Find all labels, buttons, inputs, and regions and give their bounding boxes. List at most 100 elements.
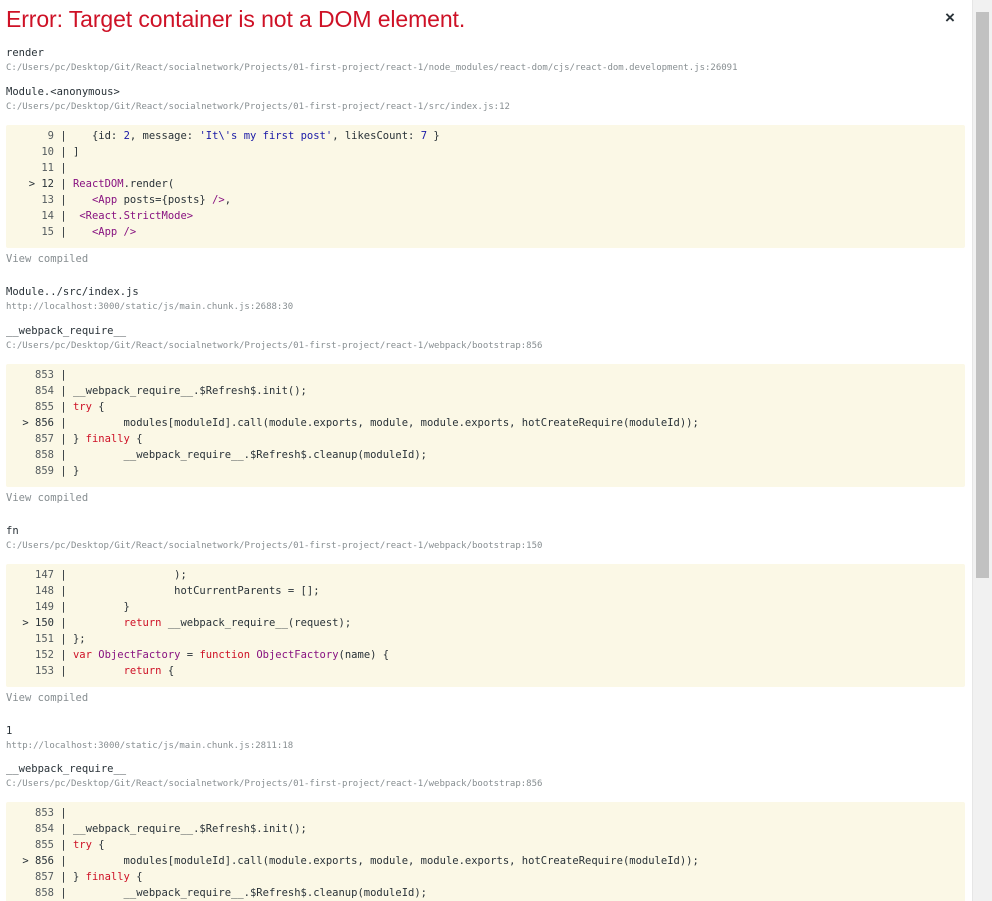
code-line: 152 | var ObjectFactory = function Objec… <box>6 647 965 663</box>
gutter-separator: | <box>54 417 67 429</box>
frame-location: C:/Users/pc/Desktop/Git/React/socialnetw… <box>6 541 543 551</box>
line-number: 14 <box>6 208 54 224</box>
code-line: 153 | return { <box>6 663 965 679</box>
gutter-separator: | <box>54 633 67 645</box>
gutter-separator: | <box>54 385 67 397</box>
gutter-separator: | <box>54 617 67 629</box>
code-token: { <box>129 871 143 883</box>
gutter-separator: | <box>54 178 67 190</box>
view-compiled-link[interactable]: View compiled <box>6 492 88 504</box>
line-number-value: 149 <box>35 601 54 613</box>
line-number: 9 <box>6 128 54 144</box>
code-token: finally <box>85 871 130 883</box>
gutter-separator: | <box>54 226 67 238</box>
gutter-separator: | <box>54 807 67 819</box>
gutter-separator: | <box>54 887 67 899</box>
code-line: 147 | ); <box>6 567 965 583</box>
line-number-value: 859 <box>35 465 54 477</box>
gutter-separator: | <box>54 871 67 883</box>
frame-function-name: __webpack_require__ <box>6 325 127 337</box>
code-line: 853 | <box>6 805 965 821</box>
code-token: } <box>66 601 130 613</box>
code-line: 11 | <box>6 160 965 176</box>
code-token: modules[moduleId].call(module.exports, m… <box>66 417 699 429</box>
code-token: <App <box>91 194 118 206</box>
line-number: 855 <box>6 837 54 853</box>
line-number: 149 <box>6 599 54 615</box>
line-number-value: 855 <box>35 401 54 413</box>
error-line-marker: > <box>22 855 36 867</box>
line-number-value: 147 <box>35 569 54 581</box>
code-line-highlighted: > 12 | ReactDOM.render( <box>6 176 965 192</box>
code-token: function <box>199 649 251 661</box>
code-snippet: 853 | 854 | __webpack_require__.$Refresh$… <box>6 802 965 901</box>
code-line: 14 | <React.StrictMode> <box>6 208 965 224</box>
line-number-value: 854 <box>35 823 54 835</box>
view-compiled-link[interactable]: View compiled <box>6 253 88 265</box>
code-token: { <box>161 665 175 677</box>
code-line: 10 | ] <box>6 144 965 160</box>
line-number: 153 <box>6 663 54 679</box>
line-number: > 12 <box>6 176 54 192</box>
gutter-separator: | <box>54 162 67 174</box>
line-number: 858 <box>6 447 54 463</box>
code-token: __webpack_require__.$Refresh$.init(); <box>66 385 307 397</box>
error-title: Error: Target container is not a DOM ele… <box>6 6 466 32</box>
frame-location: C:/Users/pc/Desktop/Git/React/socialnetw… <box>6 779 543 789</box>
line-number: > 856 <box>6 415 54 431</box>
line-number-value: 14 <box>41 210 54 222</box>
code-line: 857 | } finally { <box>6 869 965 885</box>
code-line: 13 | <App posts={posts} />, <box>6 192 965 208</box>
code-token: finally <box>85 433 130 445</box>
stack-frame: __webpack_require__ C:/Users/pc/Desktop/… <box>6 763 542 791</box>
code-token: modules[moduleId].call(module.exports, m… <box>66 855 699 867</box>
gutter-separator: | <box>54 401 67 413</box>
gutter-separator: | <box>54 146 67 158</box>
line-number: 857 <box>6 431 54 447</box>
close-icon[interactable]: × <box>940 8 960 28</box>
line-number-value: 10 <box>41 146 54 158</box>
code-token: = <box>180 649 200 661</box>
code-token: } <box>66 465 80 477</box>
frame-location: C:/Users/pc/Desktop/Git/React/socialnetw… <box>6 63 738 73</box>
frame-function-name: 1 <box>6 725 13 737</box>
vertical-scrollbar[interactable] <box>972 0 992 901</box>
scrollbar-thumb[interactable] <box>976 12 989 578</box>
error-line-marker: > <box>28 178 42 190</box>
stack-frame: 1 http://localhost:3000/static/js/main.c… <box>6 725 293 753</box>
code-token: , likesCount: <box>332 130 421 142</box>
line-number-value: 150 <box>35 617 54 629</box>
code-token: <React.StrictMode> <box>79 210 194 222</box>
line-number-value: 853 <box>35 807 54 819</box>
line-number-value: 858 <box>35 887 54 899</box>
gutter-separator: | <box>54 569 67 581</box>
code-token: { <box>91 839 105 851</box>
code-line: 858 | __webpack_require__.$Refresh$.clea… <box>6 447 965 463</box>
error-line-marker: > <box>22 417 36 429</box>
code-token: } <box>427 130 440 142</box>
code-token: try <box>72 839 92 851</box>
gutter-separator: | <box>54 194 67 206</box>
code-token: return <box>123 665 162 677</box>
line-number-value: 853 <box>35 369 54 381</box>
line-number: 853 <box>6 805 54 821</box>
gutter-separator: | <box>54 855 67 867</box>
stack-frame: Module../src/index.js http://localhost:3… <box>6 286 293 314</box>
code-token: } <box>66 433 86 445</box>
frame-location: C:/Users/pc/Desktop/Git/React/socialnetw… <box>6 341 543 351</box>
code-line-highlighted: > 150 | return __webpack_require__(reque… <box>6 615 965 631</box>
line-number: 151 <box>6 631 54 647</box>
code-line: 858 | __webpack_require__.$Refresh$.clea… <box>6 885 965 901</box>
frame-function-name: fn <box>6 525 19 537</box>
view-compiled-link[interactable]: View compiled <box>6 692 88 704</box>
gutter-separator: | <box>54 601 67 613</box>
gutter-separator: | <box>54 210 67 222</box>
gutter-separator: | <box>54 823 67 835</box>
line-number-value: 857 <box>35 433 54 445</box>
code-snippet: 147 | ); 148 | hotCurrentParents = []; 149… <box>6 564 965 687</box>
line-number: 853 <box>6 367 54 383</box>
code-line: 854 | __webpack_require__.$Refresh$.init… <box>6 821 965 837</box>
line-number: 858 <box>6 885 54 901</box>
